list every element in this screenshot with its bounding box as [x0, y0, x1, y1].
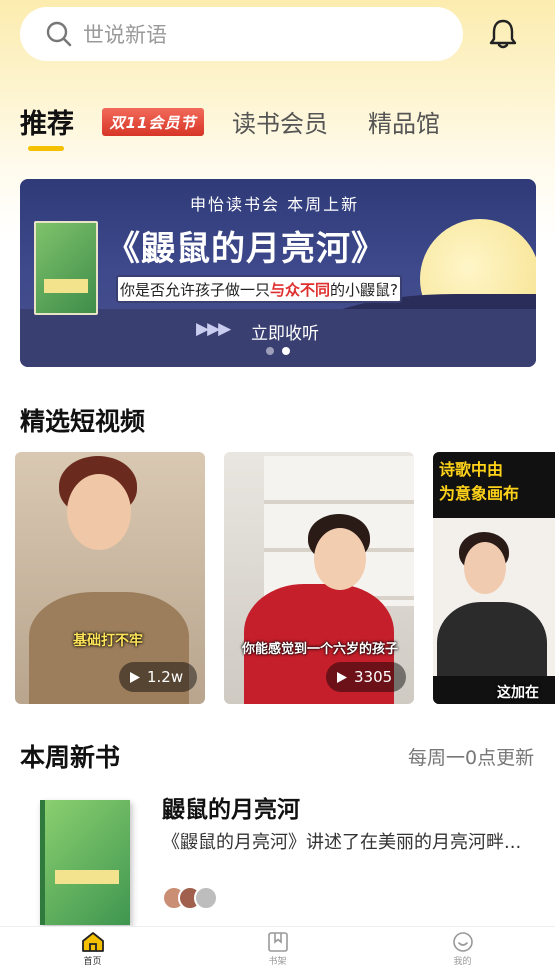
book-cover[interactable]	[40, 800, 130, 925]
banner-title: 《鼹鼠的月亮河》	[106, 229, 386, 269]
nav-home[interactable]: 首页	[0, 927, 185, 970]
avatar	[194, 886, 218, 910]
nav-profile[interactable]: 我的	[370, 927, 555, 970]
play-count-value: 3305	[354, 668, 393, 686]
face-illustration	[464, 542, 506, 594]
book-title[interactable]: 鼹鼠的月亮河	[162, 790, 300, 824]
play-icon	[130, 671, 140, 683]
banner-book-cover	[34, 221, 98, 315]
tab-reading-member[interactable]: 读书会员	[232, 104, 328, 139]
active-tab-indicator	[28, 146, 64, 151]
video-caption: 基础打不牢	[73, 633, 143, 649]
listener-avatars	[162, 886, 218, 910]
weekly-update-link[interactable]: 每周一0点更新	[408, 743, 534, 770]
play-arrows-icon: ▶▶▶	[196, 319, 231, 339]
video-title-overlay: 诗歌中由 为意象画布	[439, 460, 520, 503]
banner-pagination	[266, 347, 290, 355]
search-bar[interactable]: 世说新语	[20, 7, 463, 61]
video-card[interactable]: 你能感觉到一个六岁的孩子 3305	[224, 452, 414, 704]
face-illustration	[67, 474, 131, 550]
tab-recommend[interactable]: 推荐	[20, 102, 74, 141]
promo-banner[interactable]: 申怡读书会 本周上新 《鼹鼠的月亮河》 你是否允许孩子做一只 与众不同 的小鼹鼠? …	[20, 179, 536, 367]
pagination-dot-active[interactable]	[282, 347, 290, 355]
search-placeholder: 世说新语	[83, 23, 167, 47]
bookshelf-icon	[267, 931, 288, 952]
question-text-pre: 你是否允许孩子做一只	[120, 280, 271, 299]
short-videos-title: 精选短视频	[20, 407, 146, 436]
video-card[interactable]: 基础打不牢 1.2w	[15, 452, 205, 704]
play-count: 3305	[326, 662, 407, 692]
play-count-value: 1.2w	[147, 668, 184, 686]
question-text-post: 的小鼹鼠?	[330, 280, 398, 299]
video-card[interactable]: 诗歌中由 为意象画布 这加在	[433, 452, 555, 704]
banner-subtitle: 申怡读书会 本周上新	[190, 195, 360, 214]
search-icon	[45, 20, 73, 48]
bottom-navigation: 首页 书架 我的	[0, 926, 555, 970]
banner-question: 你是否允许孩子做一只 与众不同 的小鼹鼠?	[116, 275, 402, 303]
video-carousel[interactable]: 基础打不牢 1.2w 你能感觉到一个六岁的孩子 3305 诗歌中由 为意象画布 …	[15, 452, 555, 704]
nav-bookshelf[interactable]: 书架	[185, 927, 370, 970]
bell-icon[interactable]	[485, 16, 521, 52]
pagination-dot[interactable]	[266, 347, 274, 355]
play-count: 1.2w	[119, 662, 198, 692]
tab-double11[interactable]: 双11会员节	[102, 108, 204, 136]
video-caption: 你能感觉到一个六岁的孩子	[242, 642, 399, 657]
nav-home-label: 首页	[83, 956, 102, 967]
face-illustration	[314, 528, 366, 590]
new-books-title: 本周新书	[20, 743, 121, 772]
book-description: 《鼹鼠的月亮河》讲述了在美丽的月亮河畔...	[162, 832, 522, 853]
question-highlight: 与众不同	[270, 280, 331, 299]
play-icon	[337, 671, 347, 683]
profile-icon	[452, 931, 473, 952]
nav-profile-label: 我的	[453, 956, 472, 967]
top-tabs: 推荐 读书会员 精品馆	[0, 100, 555, 160]
listen-now-button[interactable]: 立即收听	[251, 319, 319, 344]
home-icon	[81, 931, 104, 952]
video-caption: 这加在	[497, 685, 539, 701]
nav-bookshelf-label: 书架	[268, 956, 287, 967]
tab-premium[interactable]: 精品馆	[368, 104, 440, 139]
